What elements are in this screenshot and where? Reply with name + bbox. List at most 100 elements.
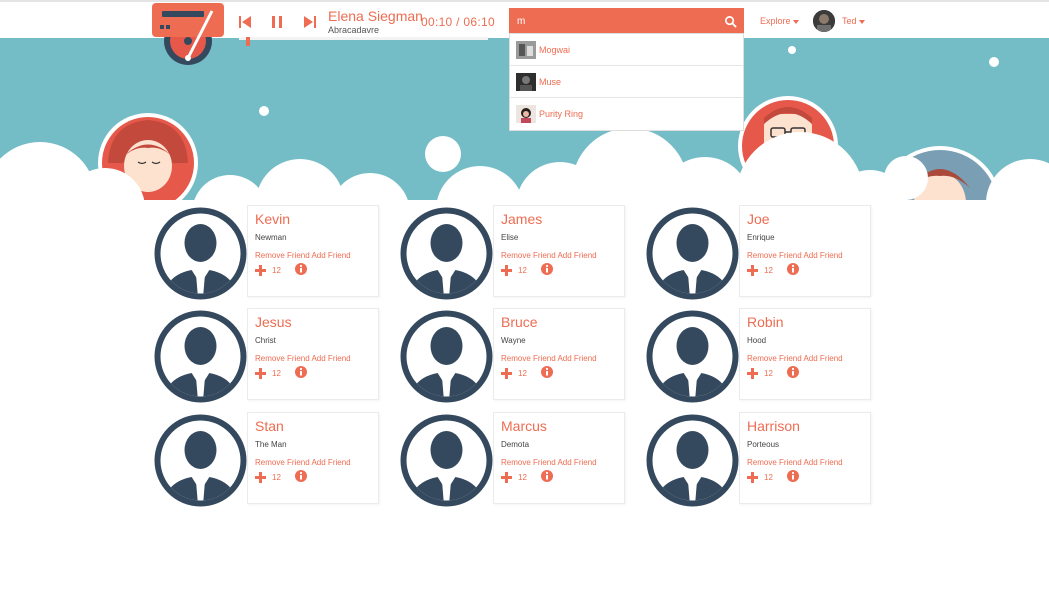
artist-thumb-icon (516, 40, 536, 59)
add-friend-link[interactable]: Add Friend (803, 354, 842, 363)
friend-last-name: The Man (255, 440, 287, 449)
remove-friend-link[interactable]: Remove Friend (501, 354, 556, 363)
add-friend-link[interactable]: Add Friend (557, 458, 596, 467)
add-friend-link[interactable]: Add Friend (803, 251, 842, 260)
add-friend-link[interactable]: Add Friend (311, 458, 350, 467)
friend-actions: Remove Friend Add Friend (747, 251, 843, 260)
search-results-dropdown: Mogwai Muse Purity Ring (509, 33, 744, 131)
info-icon[interactable] (787, 366, 799, 378)
remove-friend-link[interactable]: Remove Friend (255, 251, 310, 260)
friend-last-name: Demota (501, 440, 530, 449)
friend-first-name: Bruce (501, 314, 538, 330)
next-track-icon[interactable] (302, 14, 318, 30)
remove-friend-link[interactable]: Remove Friend (501, 251, 556, 260)
add-friend-link[interactable]: Add Friend (557, 251, 596, 260)
friend-last-name: Porteous (747, 440, 780, 449)
plus-icon[interactable] (501, 368, 512, 379)
default-avatar-icon[interactable] (645, 413, 740, 508)
default-avatar-icon[interactable] (399, 206, 494, 301)
friend-card: Jesus Christ Remove Friend Add Friend 12 (153, 308, 379, 403)
info-icon[interactable] (541, 366, 553, 378)
plus-icon[interactable] (501, 265, 512, 276)
default-avatar-icon[interactable] (399, 309, 494, 404)
search-icon[interactable] (724, 15, 737, 28)
track-progress-fill (239, 37, 488, 40)
info-icon[interactable] (541, 470, 553, 482)
track-progress-handle[interactable] (246, 37, 250, 46)
plus-icon[interactable] (747, 368, 758, 379)
friend-card: Joe Enrique Remove Friend Add Friend 12 (645, 205, 871, 300)
plus-icon[interactable] (747, 472, 758, 483)
search-result-item[interactable]: Mogwai (510, 34, 743, 66)
search-box (509, 8, 744, 35)
remove-friend-link[interactable]: Remove Friend (747, 251, 802, 260)
search-result-label: Mogwai (539, 44, 571, 55)
friend-first-name: Robin (747, 314, 784, 330)
user-menu[interactable]: Ted (842, 16, 865, 26)
info-icon[interactable] (787, 470, 799, 482)
friend-card: Bruce Wayne Remove Friend Add Friend 12 (399, 308, 625, 403)
track-time: 00:10 / 06:10 (421, 15, 495, 29)
add-friend-link[interactable]: Add Friend (803, 458, 842, 467)
friend-count: 12 (272, 266, 281, 275)
remove-friend-link[interactable]: Remove Friend (747, 458, 802, 467)
pause-icon[interactable] (269, 14, 285, 30)
friend-first-name: Kevin (255, 211, 291, 227)
friend-first-name: Harrison (747, 418, 800, 434)
plus-icon[interactable] (501, 472, 512, 483)
explore-menu[interactable]: Explore (760, 16, 799, 26)
friend-card: Harrison Porteous Remove Friend Add Frie… (645, 412, 871, 507)
track-progress-bar[interactable] (239, 37, 488, 46)
user-photo-icon (813, 10, 835, 32)
friend-count: 12 (518, 473, 527, 482)
friend-first-name: Jesus (255, 314, 292, 330)
friend-actions: Remove Friend Add Friend (255, 251, 351, 260)
friend-count: 12 (272, 369, 281, 378)
info-icon[interactable] (541, 263, 553, 275)
info-icon[interactable] (787, 263, 799, 275)
friend-first-name: James (501, 211, 543, 227)
default-avatar-icon[interactable] (153, 413, 248, 508)
friend-last-name: Christ (255, 336, 276, 345)
track-artist: Abracadavre (328, 25, 380, 35)
info-icon[interactable] (295, 366, 307, 378)
search-result-item[interactable]: Purity Ring (510, 98, 743, 130)
default-avatar-icon[interactable] (645, 309, 740, 404)
friend-last-name: Elise (501, 233, 519, 242)
add-friend-link[interactable]: Add Friend (557, 354, 596, 363)
add-friend-link[interactable]: Add Friend (311, 354, 350, 363)
plus-icon[interactable] (255, 265, 266, 276)
remove-friend-link[interactable]: Remove Friend (255, 458, 310, 467)
remove-friend-link[interactable]: Remove Friend (501, 458, 556, 467)
default-avatar-icon[interactable] (153, 309, 248, 404)
friend-card: Marcus Demota Remove Friend Add Friend 1… (399, 412, 625, 507)
artist-thumb-icon (516, 72, 536, 91)
search-input[interactable] (509, 8, 719, 35)
friend-count: 12 (518, 369, 527, 378)
friend-count: 12 (764, 473, 773, 482)
plus-icon[interactable] (255, 472, 266, 483)
friend-count: 12 (764, 266, 773, 275)
friend-card: Robin Hood Remove Friend Add Friend 12 (645, 308, 871, 403)
plus-icon[interactable] (747, 265, 758, 276)
remove-friend-link[interactable]: Remove Friend (255, 354, 310, 363)
default-avatar-icon[interactable] (153, 206, 248, 301)
add-friend-link[interactable]: Add Friend (311, 251, 350, 260)
previous-track-icon[interactable] (237, 14, 253, 30)
user-avatar[interactable] (813, 10, 835, 32)
info-icon[interactable] (295, 470, 307, 482)
friend-count: 12 (764, 369, 773, 378)
remove-friend-link[interactable]: Remove Friend (747, 354, 802, 363)
default-avatar-icon[interactable] (645, 206, 740, 301)
turntable-logo-icon[interactable] (152, 3, 224, 67)
friend-first-name: Stan (255, 418, 284, 434)
search-result-item[interactable]: Muse (510, 66, 743, 98)
friend-actions: Remove Friend Add Friend (255, 354, 351, 363)
user-name: Ted (842, 16, 857, 26)
track-title: Elena Siegman (328, 8, 423, 24)
plus-icon[interactable] (255, 368, 266, 379)
info-icon[interactable] (295, 263, 307, 275)
friend-card: James Elise Remove Friend Add Friend 12 (399, 205, 625, 300)
default-avatar-icon[interactable] (399, 413, 494, 508)
friend-first-name: Marcus (501, 418, 547, 434)
